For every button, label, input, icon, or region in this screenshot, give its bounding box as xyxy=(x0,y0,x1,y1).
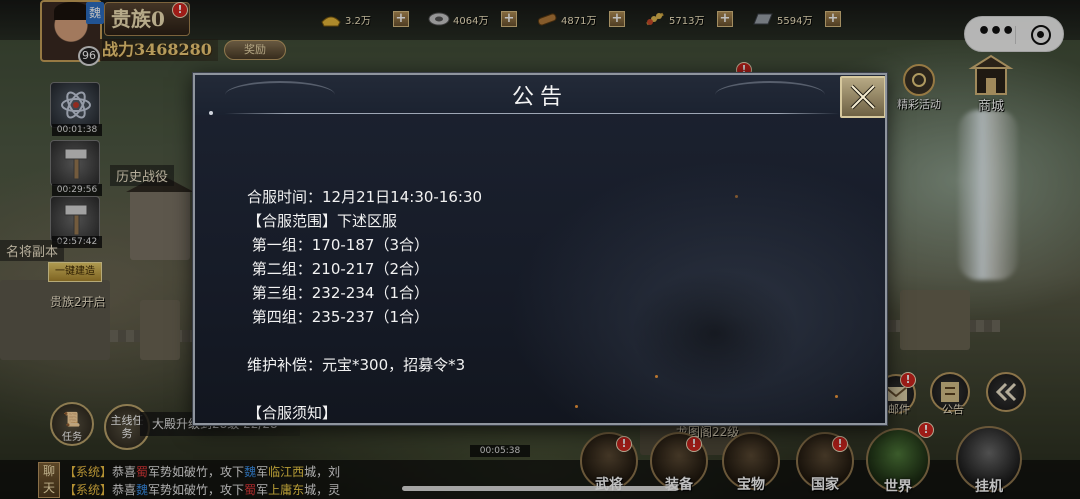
announcement-line: 第一组：170-187（3合） xyxy=(247,236,429,254)
header-divider xyxy=(225,113,839,114)
header-dot xyxy=(209,111,213,115)
dialog-header: 公告 xyxy=(195,75,885,115)
announcement-line: 【合服范围】下述区服 xyxy=(247,212,398,230)
announcement-line: 【合服须知】 xyxy=(247,404,338,422)
announcement-line: 合服时间：12月21日14:30-16:30 xyxy=(247,188,483,206)
announcement-line: 第四组：235-237（1合） xyxy=(247,308,429,326)
announcement-line: 第三组：232-234（1合） xyxy=(247,284,429,302)
close-button[interactable] xyxy=(840,76,885,118)
ember-particle xyxy=(835,395,838,398)
announcement-line: 第二组：210-217（2合） xyxy=(247,260,429,278)
dialog-title: 公告 xyxy=(511,85,568,110)
announcement-line: 维护补偿：元宝*300，招募令*3 xyxy=(247,356,466,374)
announcement-line xyxy=(247,377,807,401)
announcement-content: 合服时间：12月21日14:30-16:30 【合服范围】下述区服 第一组：17… xyxy=(247,185,807,423)
crossed-swords-close-icon xyxy=(850,84,876,110)
announcement-dialog: 公告 合服时间：12月21日14:30-16:30 【合服范围】下述区服 第一组… xyxy=(193,73,887,425)
announcement-line xyxy=(247,329,807,353)
